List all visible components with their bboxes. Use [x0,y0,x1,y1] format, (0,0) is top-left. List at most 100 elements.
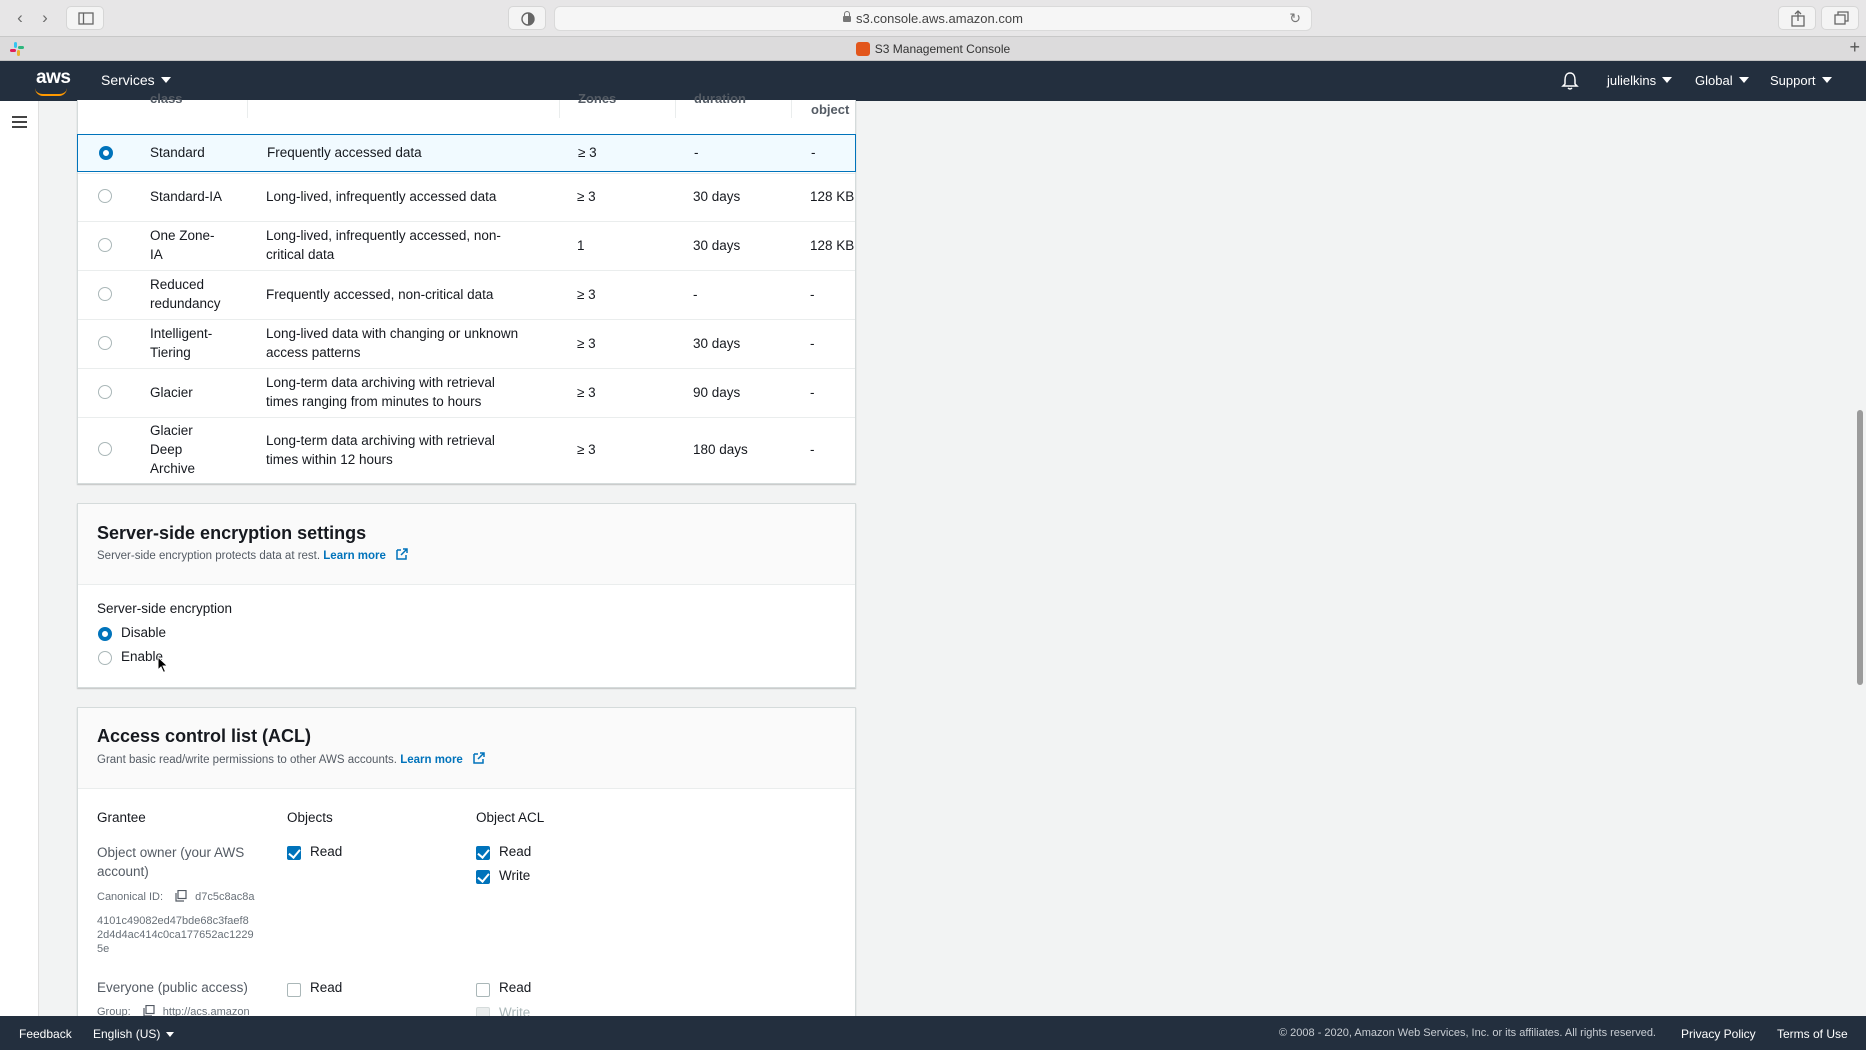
row-radio[interactable] [98,287,112,301]
everyone-grantee: Everyone (public access) [97,980,248,995]
table-row[interactable]: Standard-IA Long-lived, infrequently acc… [78,173,855,221]
desc-line: access patterns [266,345,361,360]
hamburger-menu-icon[interactable] [12,116,27,131]
region-label: Global [1695,73,1733,88]
active-tab[interactable]: S3 Management Console [0,42,1866,56]
table-row[interactable]: Standard Frequently accessed data ≥ 3 - … [77,134,856,172]
region-menu[interactable]: Global [1695,73,1749,88]
everyone-acl-read-checkbox[interactable] [476,983,490,997]
owner-objects-read-label: Read [310,844,343,859]
table-row[interactable]: One Zone- IA Long-lived, infrequently acc… [78,221,855,270]
class-desc: Long-term data archiving with retrieval t… [266,373,495,411]
zones: ≥ 3 [577,336,596,351]
class-name-line: redundancy [150,296,221,311]
user-menu[interactable]: julielkins [1607,73,1673,88]
desc-line: critical data [266,247,335,262]
class-name-line: Archive [150,461,196,476]
canonical-line: 2d4d4ac414c0ca177652ac1229 [97,929,254,941]
support-label: Support [1770,73,1816,88]
duration: 180 days [693,442,748,457]
acl-desc: Grant basic read/write permissions to ot… [97,751,486,766]
mouse-cursor-icon [157,656,169,674]
col-zones: Zones [578,91,617,106]
duration: - [693,287,698,302]
terms-link[interactable]: Terms of Use [1777,1027,1848,1041]
class-name: Glacier Deep Archive [150,421,195,478]
class-name-line: Reduced [150,277,205,292]
console-footer: Feedback English (US) © 2008 - 2020, Ama… [0,1016,1866,1050]
aws-logo[interactable]: aws [36,67,71,89]
back-icon[interactable]: ‹ [7,7,33,29]
copy-icon[interactable] [174,889,188,902]
support-menu[interactable]: Support [1770,73,1832,88]
col-duration: duration [694,91,746,106]
min-size: - [811,145,816,160]
row-radio[interactable] [98,238,112,252]
lock-icon [843,11,852,22]
disable-label[interactable]: Disable [121,625,166,640]
owner-acl-read-checkbox[interactable] [476,846,490,860]
enable-radio[interactable] [98,651,112,665]
owner-name-line: account) [97,864,149,879]
bell-icon[interactable] [1561,71,1579,91]
class-desc: Frequently accessed data [267,145,422,160]
table-row[interactable]: Reduced redundancy Frequently accessed, n… [78,270,855,319]
duration: 30 days [693,336,741,351]
zones: 1 [577,238,585,253]
desc-line: times ranging from minutes to hours [266,394,482,409]
class-name: One Zone- IA [150,226,215,264]
encryption-field-label: Server-side encryption [97,601,233,616]
new-tab-icon[interactable]: + [1849,37,1860,58]
row-radio[interactable] [98,442,112,456]
row-radio[interactable] [99,146,113,160]
col-class: class [150,91,183,106]
row-radio[interactable] [98,189,112,203]
share-icon[interactable] [1778,6,1816,30]
url-text: s3.console.aws.amazon.com [856,11,1023,26]
forward-icon[interactable]: › [32,7,58,29]
everyone-objects-read-checkbox[interactable] [287,983,301,997]
col-object-acl: Object ACL [476,810,545,825]
class-desc: Long-lived, infrequently accessed data [266,189,497,204]
class-name-line: Glacier [150,423,193,438]
owner-acl-write-checkbox[interactable] [476,870,490,884]
chevron-down-icon [1662,77,1673,83]
zones: ≥ 3 [577,189,596,204]
owner-grantee: Object owner (your AWS account) [97,843,244,881]
privacy-shield-icon[interactable] [508,6,546,30]
feedback-link[interactable]: Feedback [19,1027,72,1041]
canonical-line: 5e [97,943,110,955]
disable-radio[interactable] [98,627,112,641]
row-radio[interactable] [98,385,112,399]
desc-line: Long-term data archiving with retrieval [266,375,495,390]
acl-header: Access control list (ACL) Grant basic re… [78,708,855,789]
aws-logo-smile [35,88,67,96]
sidebar-toggle-icon[interactable] [66,6,104,30]
table-row[interactable]: Intelligent- Tiering Long-lived data with… [78,319,855,368]
class-name-line: One Zone- [150,228,215,243]
table-row[interactable]: Glacier Deep Archive Long-term data archiv… [78,417,855,483]
chevron-down-icon [1821,77,1832,83]
learn-more-link[interactable]: Learn more [400,754,463,766]
language-selector[interactable]: English (US) [93,1027,175,1041]
acl-title: Access control list (ACL) [97,726,312,746]
row-radio[interactable] [98,336,112,350]
duration: 90 days [693,385,741,400]
table-row[interactable]: Glacier Long-term data archiving with re… [78,368,855,417]
class-name-line: Intelligent- [150,326,213,341]
class-name: Glacier [150,385,193,400]
tab-title: S3 Management Console [874,42,1011,56]
owner-objects-read-checkbox[interactable] [287,846,301,860]
reload-icon[interactable]: ↻ [1289,7,1301,30]
slack-icon[interactable] [9,41,25,57]
tabs-overview-icon[interactable] [1821,6,1859,30]
aws-top-nav: aws Services julielkins Global Support [0,61,1866,101]
privacy-policy-link[interactable]: Privacy Policy [1681,1027,1756,1041]
services-menu[interactable]: Services [101,72,171,88]
duration: - [694,145,699,160]
scrollbar-thumb[interactable] [1857,410,1863,685]
learn-more-link[interactable]: Learn more [323,550,386,562]
address-bar[interactable]: s3.console.aws.amazon.com ↻ [554,6,1312,31]
encryption-desc-text: Server-side encryption protects data at … [97,550,321,562]
duration: 30 days [693,189,741,204]
